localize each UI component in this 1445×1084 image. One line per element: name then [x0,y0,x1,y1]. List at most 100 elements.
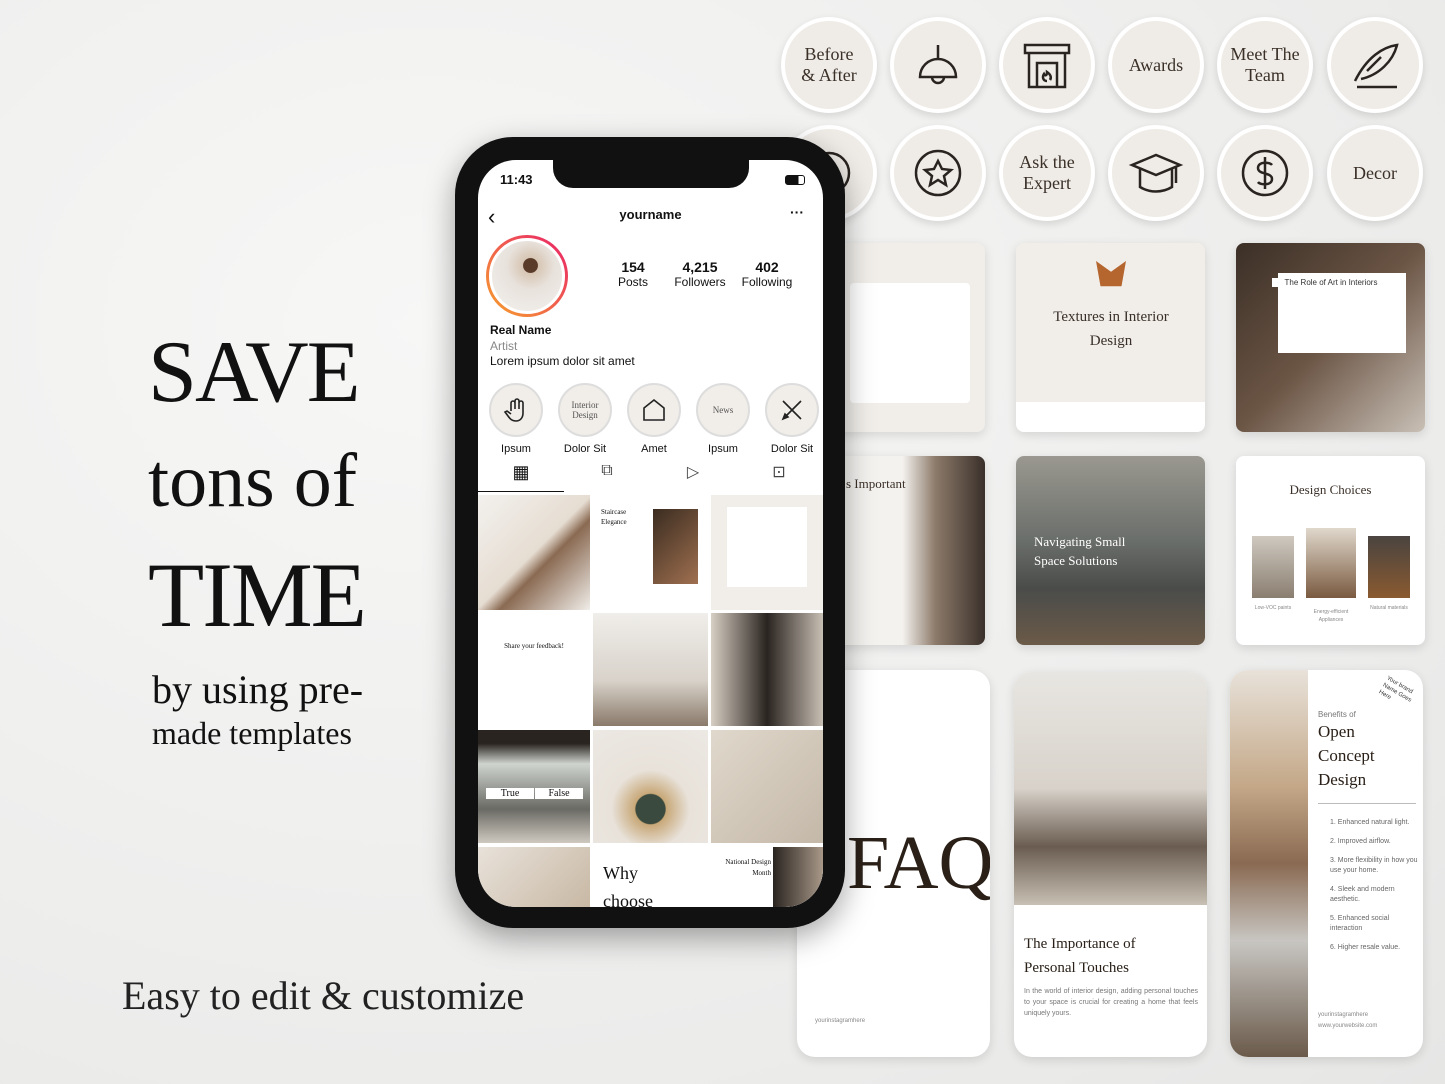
phone-mockup: 11:43 ‹ yourname ··· 154 Posts 4,215 Follo… [455,137,845,928]
house-icon [643,398,665,421]
stat-followers[interactable]: 4,215 Followers [670,260,730,290]
tools-icon [781,400,802,421]
open-brand: Your brand Name Goes Here [1377,675,1414,704]
avatar[interactable] [486,235,568,317]
eco-caption: Energy-efficient Appliances [1313,609,1349,623]
card-art-title: The Role of Art in Interiors [1272,278,1390,287]
highlight-label: Amet [641,443,667,455]
post-false-label: False [535,788,583,799]
post-tile[interactable] [478,495,590,610]
faq-title: FAQ [847,821,990,905]
butterfly-chair-icon [1096,261,1126,287]
highlight-label: Dolor Sit [563,443,607,455]
card-eco: Design Choices Low-VOC paints Energy-eff… [1236,456,1425,645]
post-tile[interactable] [711,730,823,843]
more-options-icon[interactable]: ··· [790,204,804,220]
stat-posts[interactable]: 154 Posts [608,260,658,290]
post-true-label: True [486,788,534,799]
profile-bio: Lorem ipsum dolor sit amet [490,354,635,368]
headline-tons-of: tons of [148,439,357,523]
headline-save: SAVE [148,324,360,421]
headline-by-using: by using pre- [152,667,364,712]
post-tile[interactable]: National Design Month [711,847,823,907]
eco-caption: Natural materials [1370,605,1408,611]
post-national-title: National Design Month [725,858,771,877]
hand-icon [503,398,524,422]
open-handle: yourinstagramhere [1318,1012,1369,1018]
highlight-ipsum-news[interactable]: News Ipsum [695,383,751,455]
headline-made-templates: made templates [152,715,352,751]
profile-username: yourname [619,207,682,222]
cover-label: Awards [1128,54,1184,75]
highlight-label: Ipsum [501,443,531,455]
cover-label: Meet The Team [1230,44,1300,85]
highlight-dolor-sit[interactable]: Interior Design Dolor Sit [557,383,613,455]
stat-value: 154 [621,259,645,275]
tab-tagged[interactable]: ⊡ [736,462,822,492]
list-item: 3. More flexibility in how you use your … [1330,857,1418,874]
list-item: 4. Sleek and modern aesthetic. [1330,886,1395,903]
stat-following[interactable]: 402 Following [737,260,797,290]
highlight-label: Ipsum [708,443,738,455]
feather-pen-icon [1327,17,1423,113]
stat-label: Followers [674,275,726,289]
card-textures: Textures in Interior Design [1016,243,1205,432]
stat-value: 402 [755,259,779,275]
highlight-dolor-sit-2[interactable]: Dolor Sit [764,383,820,455]
list-item: 2. Improved airflow. [1330,838,1391,845]
list-item: 1. Enhanced natural light. [1330,819,1410,826]
cover-decor: Decor [1327,125,1423,221]
card-personal-touches: The Importance of Personal Touches In th… [1014,672,1207,1057]
post-tile[interactable]: Why choose [593,847,708,907]
highlight-cover-text: News [712,405,734,415]
post-tile[interactable]: Staircase Elegance [593,495,708,610]
card-art-interiors: The Role of Art in Interiors [1236,243,1425,432]
cover-ask-the-expert: Ask the Expert [999,125,1095,221]
post-tile[interactable] [711,613,823,726]
open-list: 1. Enhanced natural light. 2. Improved a… [1330,818,1420,953]
pendant-lamp-icon [890,17,986,113]
cover-meet-the-team: Meet The Team [1217,17,1313,113]
card-important-title: s Important [846,476,906,491]
tab-videos[interactable]: ▷ [650,462,736,492]
eco-caption: Low-VOC paints [1254,605,1292,611]
star-icon [890,125,986,221]
cover-awards: Awards [1108,17,1204,113]
cover-label: Ask the Expert [1019,152,1075,193]
post-tile[interactable]: Share your feedback! [478,613,590,726]
stat-label: Posts [617,275,648,289]
card-open-concept: Your brand Name Goes Here Benefits of Op… [1230,670,1423,1057]
post-tile[interactable]: True False [478,730,590,843]
cover-label: Before & After [801,44,857,85]
highlight-cover-text: Interior Design [571,400,599,420]
list-item: 6. Higher resale value. [1330,944,1401,951]
dollar-icon [1217,125,1313,221]
status-time: 11:43 [500,172,533,187]
tab-grid[interactable]: ▦ [478,462,564,492]
card-textures-title: Textures in Interior Design [1053,309,1169,349]
tagline: Easy to edit & customize [122,973,525,1018]
highlight-ipsum[interactable]: Ipsum [488,383,544,455]
highlight-label: Dolor Sit [770,443,814,455]
card-navigating-title: Navigating Small Space Solutions [1034,534,1126,568]
post-staircase-title: Staircase Elegance [601,508,627,526]
post-tile[interactable] [593,613,708,726]
profile-category: Artist [490,339,518,353]
highlight-amet[interactable]: Amet [626,383,682,455]
post-tile[interactable] [711,495,823,610]
stat-value: 4,215 [682,259,718,275]
open-site: www.yourwebsite.com [1318,1023,1378,1029]
fireplace-icon [999,17,1095,113]
post-tile[interactable] [478,847,590,907]
tab-reels[interactable]: ⧉ [564,462,650,492]
post-tile[interactable] [593,730,708,843]
list-item: 5. Enhanced social interaction [1330,915,1390,932]
card-navigating: Navigating Small Space Solutions [1016,456,1205,645]
battery-icon [785,175,805,185]
phone-notch [553,160,749,188]
profile-name: Real Name [490,323,552,337]
graduation-cap-icon [1108,125,1204,221]
open-kicker: Benefits of [1318,710,1356,719]
instagram-profile-screen: 11:43 ‹ yourname ··· 154 Posts 4,215 Follo… [478,160,823,907]
headline-time: TIME [148,544,367,646]
